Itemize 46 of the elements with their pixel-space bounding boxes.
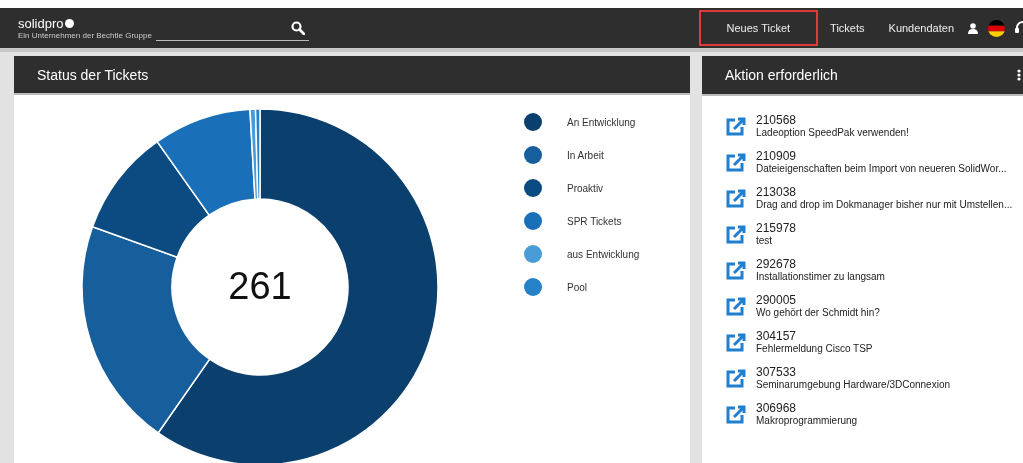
ticket-title[interactable]: Ladeoption SpeedPak verwenden! (756, 127, 909, 139)
nav-link[interactable]: Tickets (818, 8, 877, 48)
search-icon[interactable] (291, 20, 305, 35)
panel-title: Aktion erforderlich (725, 67, 838, 83)
ticket-number[interactable]: 210568 (756, 114, 909, 127)
logo[interactable]: solidpro (18, 16, 150, 31)
legend-label: An Entwicklung (567, 116, 636, 128)
german-flag-icon[interactable] (988, 19, 1005, 37)
edit-icon[interactable] (726, 333, 746, 352)
headset-icon[interactable] (1015, 21, 1023, 35)
total-count: 261 (227, 265, 293, 308)
ticket-number[interactable]: 307533 (756, 366, 950, 379)
ticket-title[interactable]: Fehlermeldung Cisco TSP (756, 343, 873, 355)
edit-icon[interactable] (726, 405, 746, 424)
edit-icon[interactable] (726, 189, 746, 208)
legend-label: Pool (567, 281, 587, 293)
ticket-title[interactable]: test (756, 235, 797, 247)
edit-icon[interactable] (726, 261, 746, 280)
legend-label: In Arbeit (567, 149, 604, 161)
ticket-title[interactable]: Drag and drop im Dokmanager bisher nur mit Umstellen... (756, 199, 1013, 211)
edit-icon[interactable] (726, 117, 746, 136)
ticket-number[interactable]: 304157 (756, 330, 873, 343)
edit-icon[interactable] (726, 153, 746, 172)
legend-label: Proaktiv (567, 182, 604, 194)
ticket-number[interactable]: 306968 (756, 402, 858, 415)
panel-title: Status der Tickets (37, 66, 149, 83)
nav-link[interactable]: Kundendaten (876, 8, 966, 48)
ticket-number[interactable]: 292678 (756, 258, 885, 271)
ticket-number[interactable]: 213038 (756, 186, 1013, 199)
user-icon[interactable] (968, 22, 978, 34)
legend-label: SPR Tickets (567, 215, 622, 227)
ticket-title[interactable]: Dateieigenschaften beim Import von neueren SolidWor... (756, 163, 1007, 175)
ticket-number[interactable]: 210909 (756, 150, 1007, 163)
edit-icon[interactable] (726, 369, 746, 388)
ticket-number[interactable]: 290005 (756, 294, 880, 307)
ticket-title[interactable]: Seminarumgebung Hardware/3DConnexion (756, 379, 950, 391)
edit-icon[interactable] (726, 225, 746, 244)
ticket-title[interactable]: Makroprogrammierung (756, 415, 858, 427)
ticket-title[interactable]: Wo gehört der Schmidt hin? (756, 307, 880, 319)
tagline: Ein Unternehmen der Bechtle Gruppe (18, 30, 150, 40)
edit-icon[interactable] (726, 297, 746, 316)
ticket-title[interactable]: Installationstimer zu langsam (756, 271, 885, 283)
ticket-number[interactable]: 215978 (756, 222, 797, 235)
more-icon[interactable] (1017, 69, 1021, 81)
legend-label: aus Entwicklung (567, 248, 640, 260)
nav-link[interactable]: Neues Ticket (698, 10, 819, 46)
